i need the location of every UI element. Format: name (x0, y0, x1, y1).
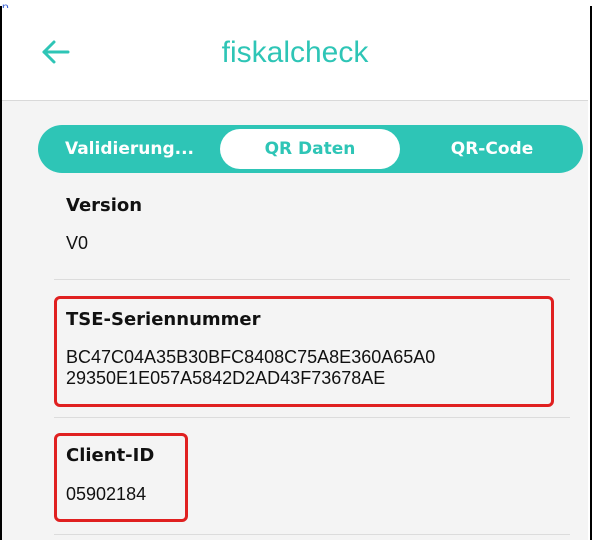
tab-bar: Validierung... QR Daten QR-Code (38, 125, 583, 173)
client-id-value-wrap: 05902184 (66, 484, 146, 505)
client-id-label: Client-ID (66, 445, 155, 466)
client-id-label-wrap: Client-ID (66, 445, 154, 466)
tab-qr-code[interactable]: QR-Code (405, 129, 579, 169)
tab-validierung[interactable]: Validierung... (42, 129, 217, 169)
version-label: Version (66, 195, 143, 216)
tse-label: TSE-Seriennummer (66, 309, 261, 330)
version-value: V0 (66, 233, 89, 253)
tab-qr-daten[interactable]: QR Daten (220, 129, 400, 169)
tse-label-wrap: TSE-Seriennummer (66, 309, 260, 330)
tse-value-line2: 29350E1E057A5842D2AD43F73678AE (66, 368, 386, 388)
version-value-wrap: V0 (66, 233, 88, 254)
version-section: Version (66, 195, 142, 216)
app-bar: fiskalcheck (2, 8, 588, 101)
app-title: fiskalcheck (221, 36, 369, 69)
main-content: Validierung... QR Daten QR-Code Version … (2, 101, 588, 540)
tse-value-line1: BC47C04A35B30BFC8408C75A8E360A65A0 (66, 347, 436, 367)
divider (54, 534, 570, 535)
tse-value-wrap: BC47C04A35B30BFC8408C75A8E360A65A0 29350… (66, 347, 435, 389)
divider (54, 279, 570, 280)
client-id-value: 05902184 (66, 484, 147, 504)
divider (54, 417, 570, 418)
